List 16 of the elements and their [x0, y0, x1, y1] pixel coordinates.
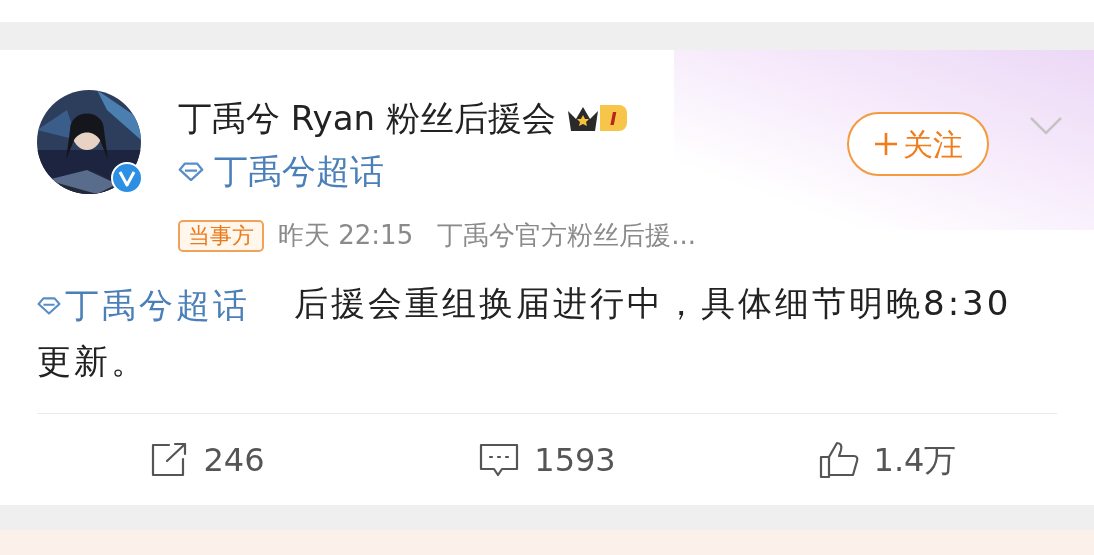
comment-button[interactable]: 1593 — [478, 435, 616, 484]
diamond-icon — [178, 160, 204, 182]
thumbs-up-icon — [817, 439, 860, 480]
topic-link[interactable]: 丁禹兮超话 — [37, 277, 250, 334]
diamond-icon — [37, 295, 61, 315]
post-source: 丁禹兮官方粉丝后援... — [437, 219, 696, 252]
like-button[interactable]: 1.4万 — [817, 435, 957, 484]
level-badge: I — [565, 103, 627, 133]
topic-link[interactable]: 丁禹兮超话 — [178, 146, 627, 196]
author-name[interactable]: 丁禹兮 Ryan 粉丝后援会 — [178, 92, 556, 144]
plus-icon — [873, 131, 899, 157]
role-tag: 当事方 — [178, 219, 264, 252]
post-text: 丁禹兮超话 后援会重组换届进行中，具体细节明晚8:30 更新。 — [37, 275, 1057, 390]
post-time: 昨天 22:15 — [278, 219, 414, 252]
chevron-down-icon[interactable] — [1029, 116, 1063, 136]
share-button[interactable]: 246 — [149, 435, 265, 484]
